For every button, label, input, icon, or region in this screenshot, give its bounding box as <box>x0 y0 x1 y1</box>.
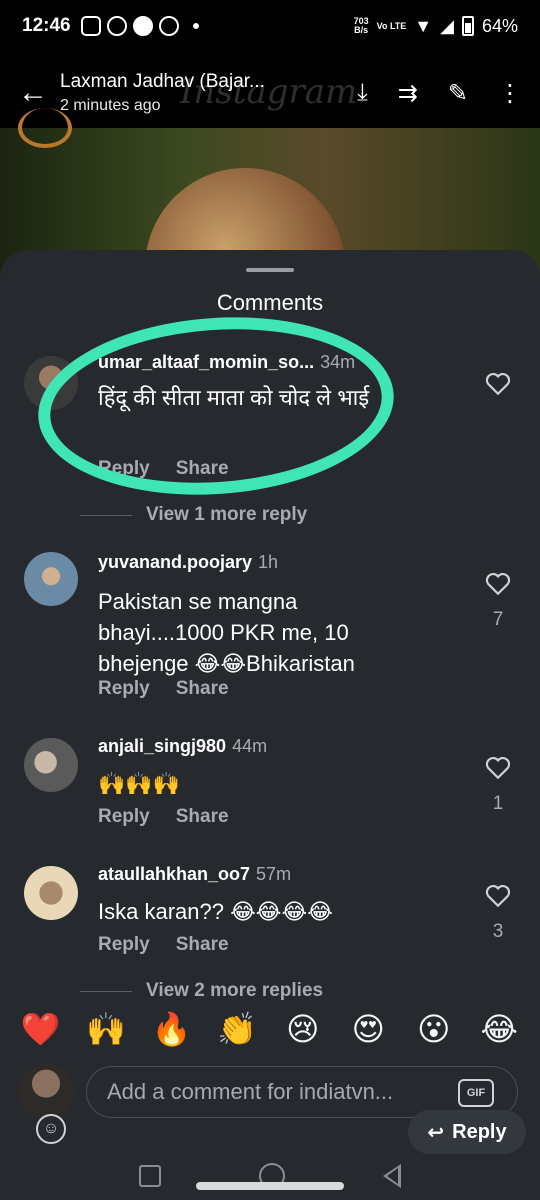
reply-fab[interactable]: ↩ Reply <box>408 1110 526 1154</box>
heart-icon <box>485 756 511 780</box>
instagram-notification-icon <box>80 16 101 36</box>
status-time: 12:46 <box>22 15 71 36</box>
avatar[interactable] <box>24 866 78 920</box>
comment-text: Pakistan se mangna bhayi....1000 PKR me,… <box>98 589 355 676</box>
comment-time: 1h <box>258 552 279 572</box>
reply-button[interactable]: Reply <box>98 678 150 700</box>
instagram-watermark: Instagram <box>180 72 358 112</box>
keyboard-handle <box>196 1182 344 1190</box>
heart-icon <box>485 884 511 908</box>
status-bar: 12:46 703 B/s Vo LTE ▼ ◢ 64% <box>0 0 540 52</box>
battery-icon <box>461 16 474 36</box>
back-triangle-icon[interactable] <box>383 1164 401 1188</box>
comment-username[interactable]: yuvanand.poojary 1h <box>98 552 278 573</box>
reply-arrow-icon: ↩ <box>427 1121 445 1144</box>
avatar[interactable] <box>24 552 78 606</box>
heart-icon <box>485 572 511 596</box>
my-avatar <box>18 1064 74 1120</box>
comment-time: 57m <box>256 864 292 884</box>
reply-label: Reply <box>452 1120 507 1143</box>
back-arrow-icon[interactable]: ← <box>18 76 58 110</box>
app-notification-icon <box>158 16 179 36</box>
reaction-heart[interactable]: ❤️ <box>17 1010 65 1048</box>
like-button[interactable]: 1 <box>484 756 512 815</box>
whatsapp-notification-icon <box>106 16 127 36</box>
heart-icon <box>485 372 511 396</box>
reaction-heart-eyes[interactable]: 😍 <box>344 1010 392 1048</box>
signal-icon: ◢ <box>440 15 454 36</box>
reply-divider <box>80 514 132 516</box>
comment-username[interactable]: anjali_singj980 44m <box>98 736 267 757</box>
comment-username[interactable]: ataullahkhan_oo7 57m <box>98 864 291 885</box>
gif-button[interactable]: GIF <box>458 1079 494 1107</box>
comment-time: 44m <box>232 736 268 756</box>
like-button[interactable]: 7 <box>484 572 512 631</box>
share-forward-icon[interactable]: ⇉ <box>398 79 418 108</box>
quick-reactions-bar: ❤️ 🙌 🔥 👏 😢 😍 😮 😂 <box>0 1010 540 1048</box>
google-notification-icon <box>132 16 153 36</box>
reaction-surprised[interactable]: 😮 <box>410 1010 458 1048</box>
system-nav-bar <box>0 1152 540 1200</box>
like-button[interactable]: 3 <box>484 884 512 943</box>
story-header: ← Laxman Jadhav (Bajar... 2 minutes ago … <box>0 58 540 128</box>
sheet-title: Comments <box>216 290 324 315</box>
more-notifications-icon <box>192 23 199 29</box>
share-button[interactable]: Share <box>176 934 229 956</box>
sheet-drag-handle[interactable] <box>246 268 294 272</box>
like-button[interactable] <box>484 372 512 401</box>
view-replies-button[interactable]: View 1 more reply <box>80 504 307 526</box>
emoji-picker-icon[interactable]: ☺ <box>36 1114 66 1144</box>
wifi-icon: ▼ <box>414 15 433 36</box>
recents-icon[interactable] <box>139 1165 161 1187</box>
reply-button[interactable]: Reply <box>98 806 150 828</box>
reaction-clap[interactable]: 👏 <box>213 1010 261 1048</box>
download-icon[interactable]: ⤓ <box>357 79 368 107</box>
like-count: 7 <box>492 609 504 630</box>
decorative-ring <box>18 108 72 148</box>
reaction-fire[interactable]: 🔥 <box>148 1010 196 1048</box>
edit-pencil-icon[interactable]: ✎ <box>448 79 468 108</box>
reaction-raised-hands[interactable]: 🙌 <box>82 1010 130 1048</box>
lte-indicator: Vo LTE <box>376 20 407 31</box>
battery-percent: 64% <box>481 15 518 36</box>
like-count: 3 <box>492 921 504 942</box>
view-replies-button[interactable]: View 2 more replies <box>80 980 323 1002</box>
comment-text: Iska karan?? 😂😂😂😂 <box>98 899 333 924</box>
share-button[interactable]: Share <box>176 806 229 828</box>
comment-text: 🙌🙌🙌 <box>98 771 181 796</box>
reaction-laughing[interactable]: 😂 <box>475 1010 523 1048</box>
share-button[interactable]: Share <box>176 678 229 700</box>
reaction-crying[interactable]: 😢 <box>279 1010 327 1048</box>
reply-divider <box>80 990 132 992</box>
avatar[interactable] <box>24 738 78 792</box>
reply-button[interactable]: Reply <box>98 934 150 956</box>
network-speed: 703 B/s <box>353 16 369 35</box>
like-count: 1 <box>492 793 504 814</box>
more-options-icon[interactable]: ⋮ <box>498 79 522 108</box>
